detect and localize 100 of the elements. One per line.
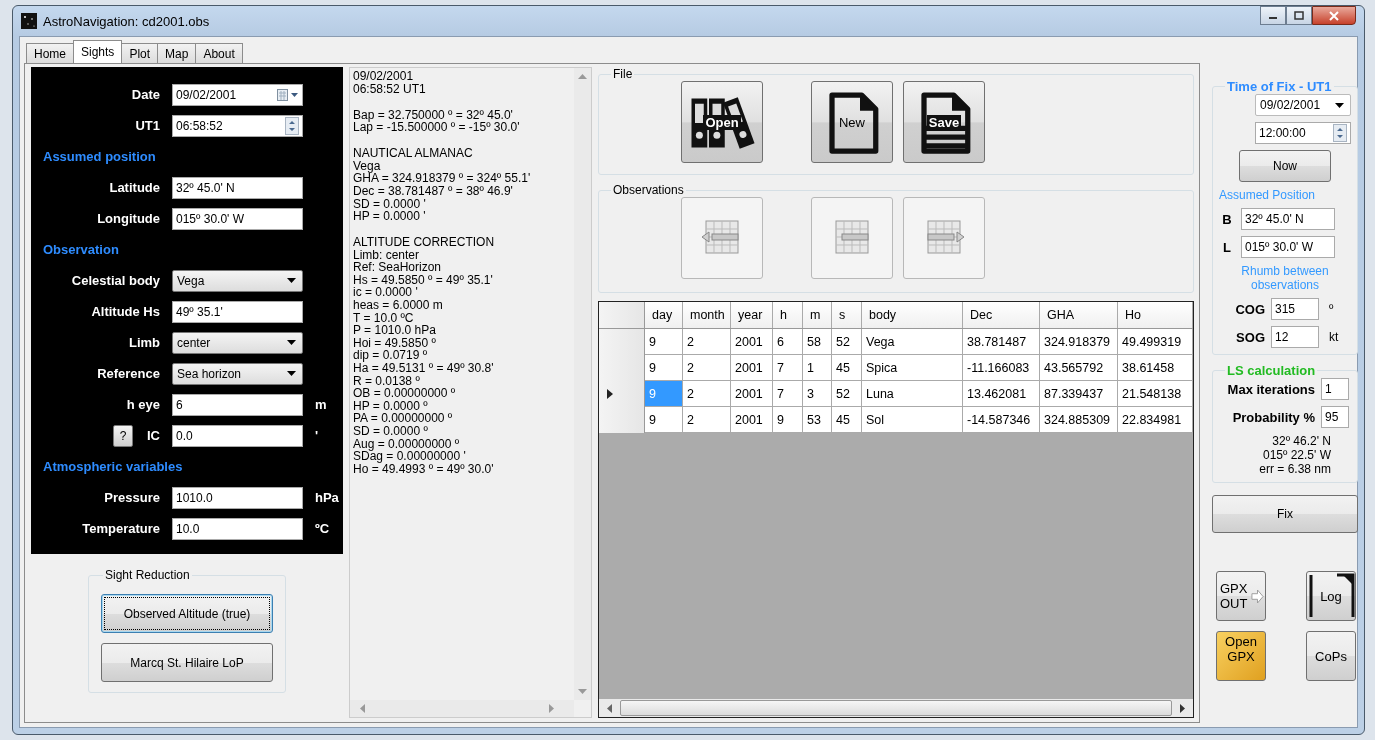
input-field[interactable]: 015º 30.0' W <box>1241 236 1335 258</box>
tab[interactable]: Home <box>26 43 74 63</box>
scroll-thumb[interactable] <box>620 700 1172 716</box>
output-line: Limb: center <box>353 248 421 262</box>
group-title: Sight Reduction <box>104 568 191 582</box>
tab[interactable]: Sights <box>73 40 123 63</box>
field-label: h eye <box>126 397 160 412</box>
file-button[interactable]: Save <box>903 81 985 163</box>
dropdown[interactable]: Vega <box>172 269 303 292</box>
output-line: P = 1010.0 hPa <box>353 324 437 337</box>
file-button[interactable]: New <box>811 81 893 163</box>
open-file-button[interactable]: Open GPX <box>1216 631 1266 681</box>
field-label: Celestial body <box>71 273 160 288</box>
time-spinner[interactable]: 12:00:00 <box>1255 122 1351 144</box>
dropdown[interactable]: Sea horizon <box>172 362 303 385</box>
scroll-right-icon[interactable] <box>1180 703 1185 713</box>
output-line: Vega <box>353 159 382 173</box>
output-line: OB = 0.00000000 º <box>353 387 457 400</box>
output-line: Ho = 49.4993 º = 49º 30.0' <box>353 462 495 476</box>
input-field[interactable]: 6 <box>172 393 303 416</box>
action-button[interactable]: Marcq St. Hilaire LoP <box>101 643 273 682</box>
field-label: L <box>1222 239 1232 255</box>
table-cell[interactable]: -14.587346 <box>963 407 1040 433</box>
time-spinner[interactable]: 06:58:52 <box>172 114 303 137</box>
current-row-icon <box>607 389 613 399</box>
now-button[interactable]: Now <box>1239 150 1331 182</box>
table-cell[interactable]: 2001 <box>731 407 773 433</box>
date-picker[interactable]: 09/02/2001 <box>172 83 303 106</box>
help-button[interactable]: ? <box>113 424 133 447</box>
table-cell[interactable]: 9 <box>645 407 683 433</box>
maximize-button[interactable] <box>1286 6 1312 25</box>
section-heading: Assumed Position <box>1219 188 1317 202</box>
tool-button[interactable]: CoPs <box>1306 631 1356 681</box>
close-button[interactable] <box>1312 6 1356 25</box>
caret-icon <box>287 340 296 345</box>
input-field[interactable]: 49º 35.1' <box>172 300 303 323</box>
scroll-left-icon[interactable] <box>360 704 365 713</box>
input-field[interactable]: 95 <box>1321 406 1349 428</box>
export-button[interactable]: GPX OUT <box>1216 571 1266 621</box>
minimize-button[interactable] <box>1260 6 1286 25</box>
column-header[interactable]: Ho <box>1118 302 1193 328</box>
scroll-down-icon[interactable] <box>578 689 587 694</box>
field-label: Reference <box>97 366 160 381</box>
output-line: dip = 0.0719 º <box>353 349 429 363</box>
input-field[interactable]: 10.0 <box>172 517 303 540</box>
log-button[interactable]: Log <box>1306 571 1356 621</box>
tab[interactable]: Map <box>157 43 197 63</box>
unit-label: m <box>315 397 327 412</box>
output-line: Hoi = 49.5850 º <box>353 336 437 350</box>
column-header[interactable]: month <box>683 302 731 328</box>
group-title: Time of Fix - UT1 <box>1226 79 1333 94</box>
table-cell[interactable]: 9 <box>773 407 803 433</box>
input-field[interactable]: 0.0 <box>172 424 303 447</box>
column-header[interactable]: h <box>773 302 803 328</box>
result-line: err = 6.38 nm <box>1259 462 1331 476</box>
fix-button[interactable]: Fix <box>1212 495 1358 533</box>
table-cell[interactable]: 324.885309 <box>1040 407 1118 433</box>
column-header[interactable]: s <box>832 302 862 328</box>
input-field[interactable]: 1 <box>1321 378 1349 400</box>
field-label: Pressure <box>104 490 160 505</box>
table-cell[interactable]: 53 <box>803 407 832 433</box>
column-header[interactable]: Dec <box>963 302 1040 328</box>
input-field[interactable]: 015º 30.0' W <box>172 207 303 230</box>
dropdown[interactable]: center <box>172 331 303 354</box>
horizontal-scrollbar[interactable] <box>599 699 1193 717</box>
unit-label: hPa <box>315 490 339 505</box>
file-button[interactable]: Open <box>681 81 763 163</box>
input-field[interactable]: 32º 45.0' N <box>1241 208 1335 230</box>
table-cell[interactable]: 22.834981 <box>1118 407 1193 433</box>
column-header[interactable]: body <box>862 302 963 328</box>
scroll-up-icon[interactable] <box>578 74 587 79</box>
column-header[interactable]: m <box>803 302 832 328</box>
unit-label: ' <box>315 428 319 443</box>
result-line: 32º 46.2' N <box>1272 434 1331 448</box>
input-field[interactable]: 315 <box>1271 298 1319 320</box>
input-field[interactable]: 32º 45.0' N <box>172 176 303 199</box>
output-line: SD = 0.0000 ' <box>353 197 427 211</box>
section-heading: Atmospheric variables <box>43 459 183 474</box>
input-field[interactable]: 1010.0 <box>172 486 303 509</box>
output-line: Lap = -15.500000 º = -15º 30.0' <box>353 121 521 134</box>
table-cell[interactable]: 45 <box>832 407 862 433</box>
vertical-scrollbar[interactable] <box>574 68 591 700</box>
horizontal-scrollbar[interactable] <box>350 700 574 717</box>
output-line: ALTITUDE CORRECTION <box>353 236 496 249</box>
column-header[interactable]: GHA <box>1040 302 1118 328</box>
input-field[interactable]: 12 <box>1271 326 1319 348</box>
table-cell[interactable]: 2 <box>683 407 731 433</box>
field-label: B <box>1221 211 1233 227</box>
scroll-left-icon[interactable] <box>607 703 612 713</box>
tab[interactable]: About <box>195 43 243 63</box>
output-line: Ref: SeaHorizon <box>353 261 443 274</box>
field-label: COG <box>1234 301 1265 317</box>
group-title: Observations <box>612 183 685 197</box>
table-cell[interactable]: Sol <box>862 407 963 433</box>
date-picker[interactable]: 09/02/2001 <box>1255 94 1351 116</box>
column-header[interactable]: day <box>645 302 683 328</box>
action-button[interactable]: Observed Altitude (true) <box>101 594 273 633</box>
output-line: T = 10.0 ºC <box>353 311 415 325</box>
group-title: File <box>612 67 634 81</box>
column-header[interactable]: year <box>731 302 773 328</box>
